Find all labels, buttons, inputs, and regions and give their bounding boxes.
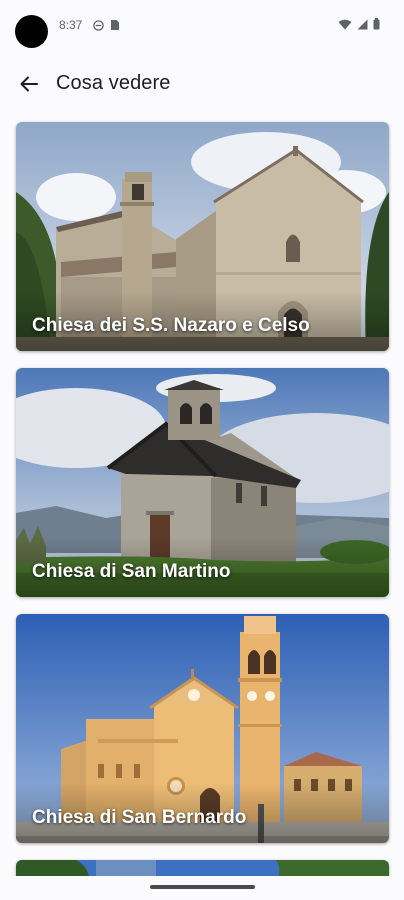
wifi-icon: [338, 19, 352, 29]
arrow-back-icon: [20, 76, 38, 92]
status-system-icons: [338, 18, 380, 30]
place-card-san-martino[interactable]: Chiesa di San Martino: [16, 368, 389, 597]
camera-cutout: [15, 15, 48, 48]
page-title: Cosa vedere: [56, 72, 171, 94]
place-card-san-bernardo[interactable]: Chiesa di San Bernardo: [16, 614, 389, 843]
app-bar: Cosa vedere: [0, 58, 404, 110]
place-name-label: Chiesa di San Bernardo: [32, 807, 247, 828]
do-not-disturb-icon: [93, 19, 104, 31]
place-card-nazaro-celso[interactable]: Chiesa dei S.S. Nazaro e Celso: [16, 122, 389, 351]
sim-card-icon: [111, 20, 119, 30]
status-notification-icons: [93, 19, 120, 31]
place-name-label: Chiesa dei S.S. Nazaro e Celso: [32, 315, 310, 336]
place-name-label: Chiesa di San Martino: [32, 561, 231, 582]
back-button[interactable]: [14, 70, 44, 98]
gesture-nav-handle[interactable]: [150, 885, 255, 889]
status-time: 8:37: [59, 18, 83, 32]
status-bar: 8:37: [0, 0, 404, 52]
battery-icon: [373, 18, 380, 30]
cellular-signal-icon: [357, 19, 368, 29]
